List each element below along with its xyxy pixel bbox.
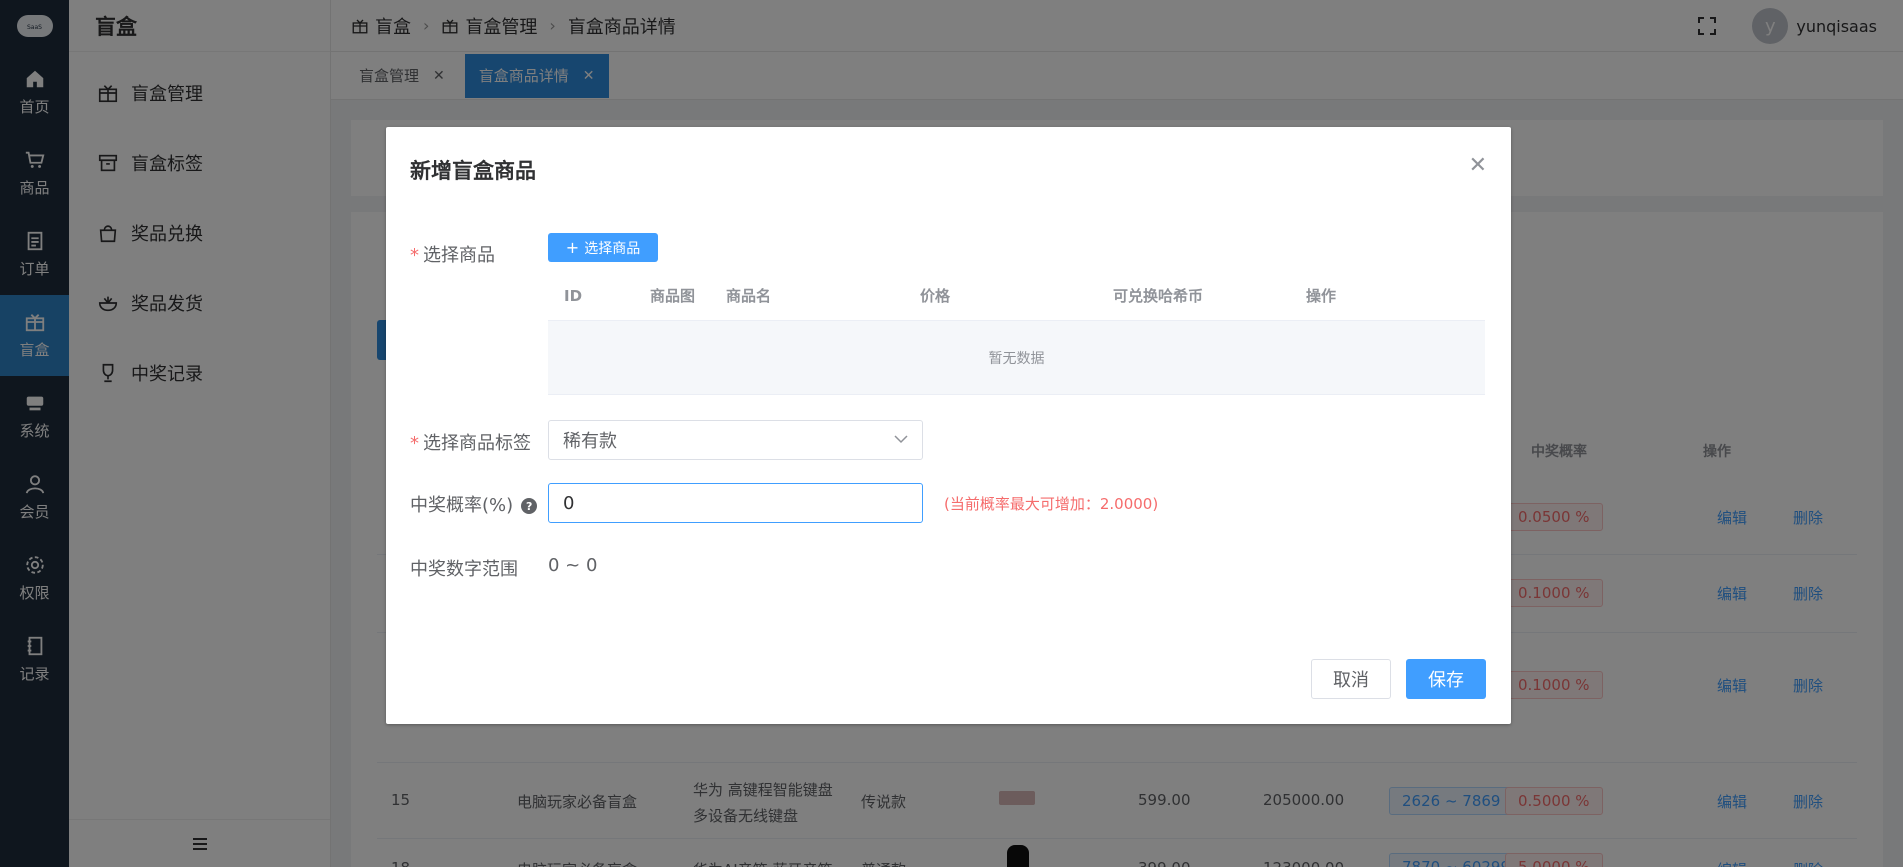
dialog-title: 新增盲盒商品 — [410, 159, 536, 183]
plus-icon: + — [565, 238, 580, 257]
prob-label: 中奖概率(%)? — [410, 491, 538, 517]
empty-placeholder: 暂无数据 — [548, 321, 1485, 395]
goods-table: ID 商品图 商品名 价格 可兑换哈希币 操作 暂无数据 — [548, 270, 1485, 395]
add-blindbox-goods-dialog: 新增盲盒商品 ✕ * 选择商品 + 选择商品 ID 商品图 商品名 价格 可兑换哈希… — [386, 127, 1511, 724]
select-goods-label: * 选择商品 — [410, 245, 495, 266]
column-header: 商品图 — [650, 287, 696, 305]
close-icon[interactable]: ✕ — [1469, 155, 1487, 177]
range-label: 中奖数字范围 — [410, 559, 518, 580]
column-header: ID — [564, 286, 583, 305]
save-button[interactable]: 保存 — [1406, 659, 1486, 699]
column-header: 价格 — [920, 287, 951, 305]
column-header: 可兑换哈希币 — [1113, 287, 1204, 305]
prob-input[interactable]: 0 — [548, 483, 923, 523]
tag-select[interactable]: 稀有款 — [548, 420, 923, 460]
prob-hint: (当前概率最大可增加：2.0000) — [944, 495, 1159, 513]
column-header: 操作 — [1306, 287, 1337, 305]
chevron-down-icon — [894, 435, 908, 444]
cancel-button[interactable]: 取消 — [1311, 659, 1391, 699]
select-goods-button[interactable]: + 选择商品 — [548, 233, 658, 262]
range-value: 0 ~ 0 — [548, 555, 598, 576]
goods-table-header: ID 商品图 商品名 价格 可兑换哈希币 操作 — [548, 270, 1485, 321]
column-header: 商品名 — [726, 287, 772, 305]
tag-label: * 选择商品标签 — [410, 433, 531, 454]
required-mark: * — [410, 245, 419, 266]
required-mark: * — [410, 433, 419, 454]
question-icon[interactable]: ? — [521, 498, 538, 514]
